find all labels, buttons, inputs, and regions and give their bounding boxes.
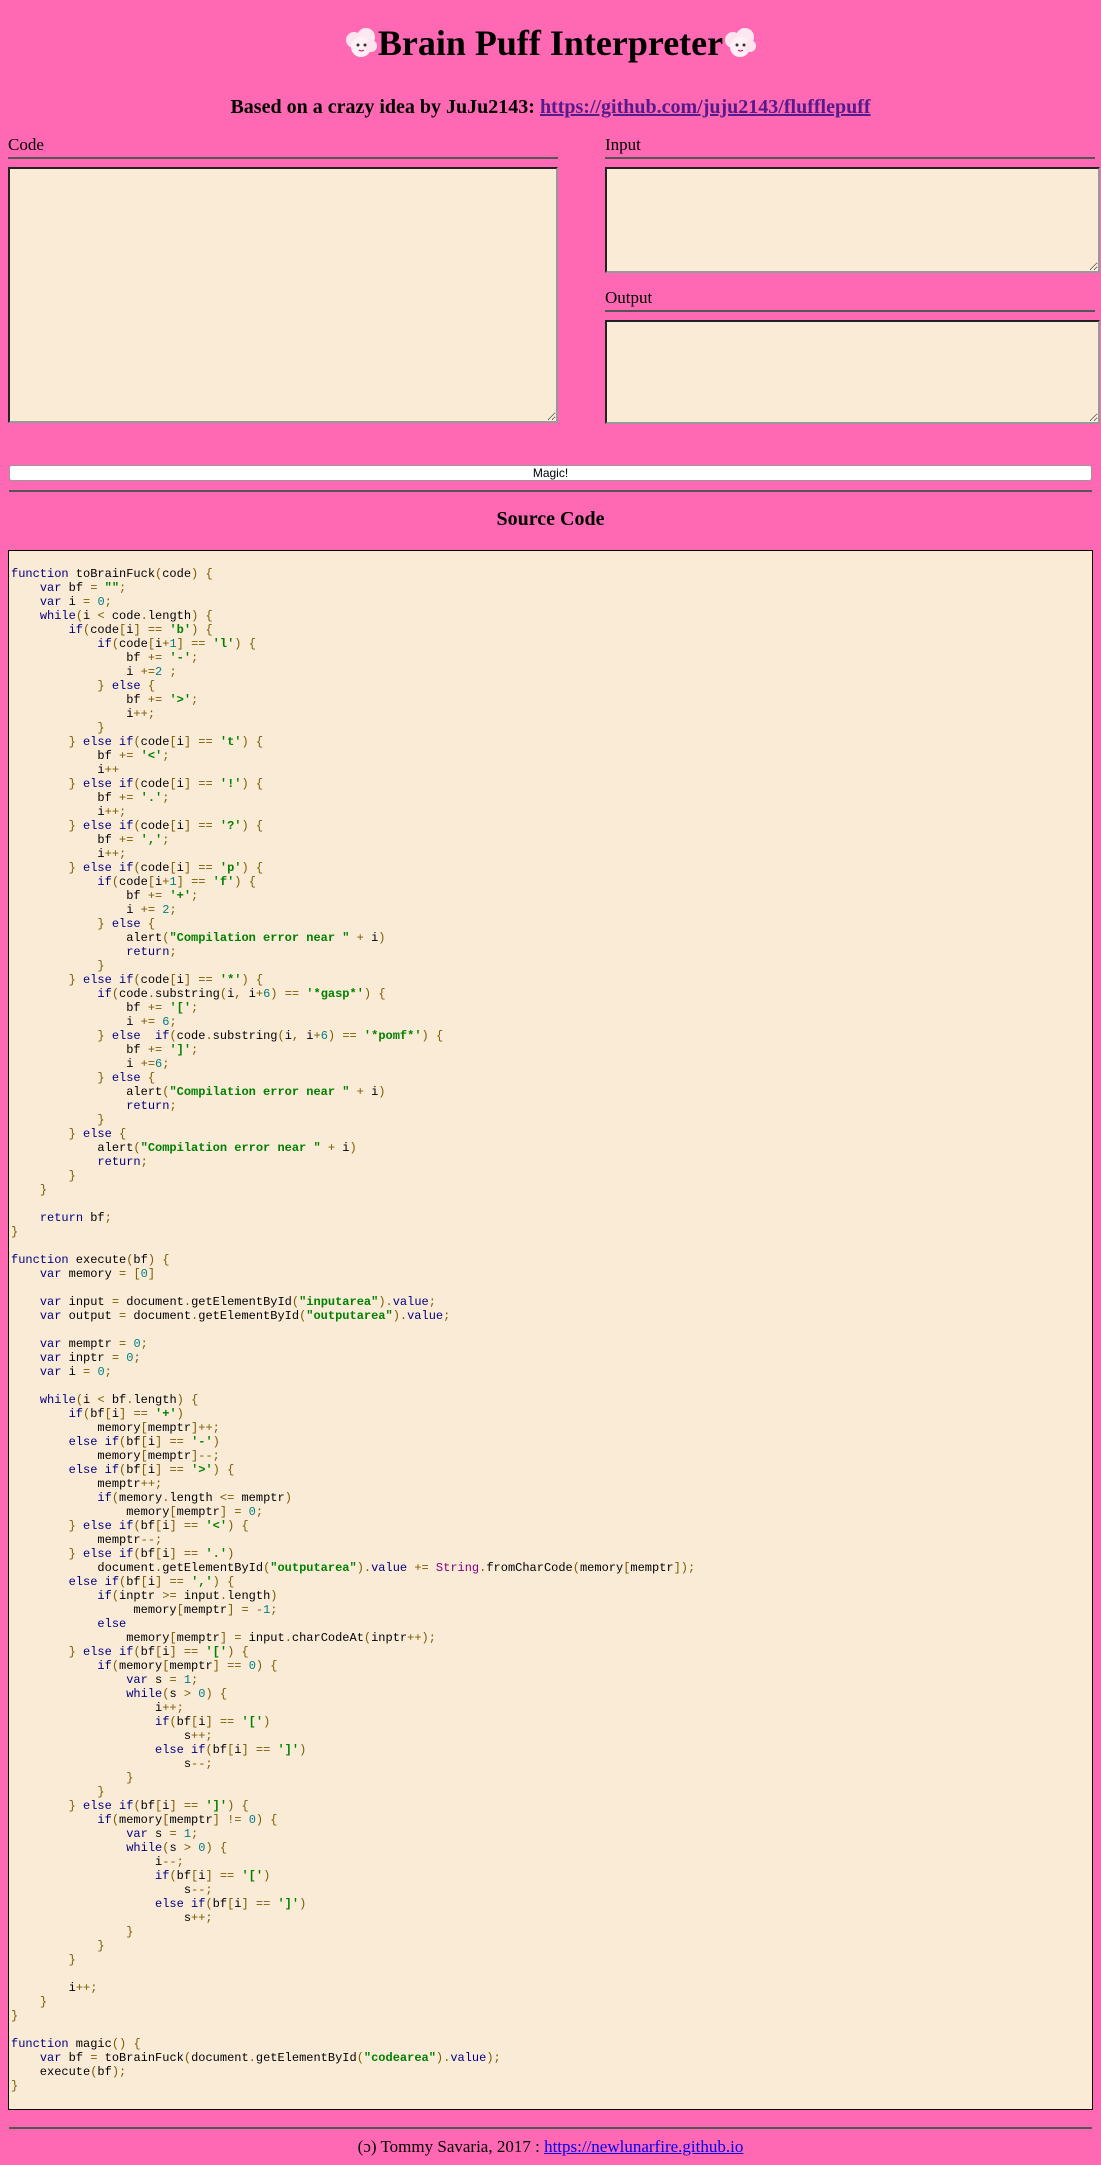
source-code-title: Source Code: [496, 508, 605, 530]
code-textarea[interactable]: [8, 167, 558, 423]
page-footer: (ɔ) Tommy Savaria, 2017 : https://newlun…: [0, 2137, 1101, 2157]
code-label: Code: [8, 135, 44, 154]
input-textarea[interactable]: [605, 167, 1100, 273]
page-header: Brain Puff Interpreter Based on a crazy …: [0, 0, 1101, 119]
section-divider: [9, 490, 1092, 492]
title-text: Brain Puff Interpreter: [377, 23, 724, 63]
subtitle: Based on a crazy idea by JuJu2143: https…: [0, 96, 1101, 119]
fluffle-puff-icon: [723, 26, 757, 60]
subtitle-text: Based on a crazy idea by JuJu2143:: [230, 96, 540, 118]
code-panel: Code: [8, 135, 558, 423]
page-title: Brain Puff Interpreter: [0, 0, 1101, 66]
code-divider: [8, 157, 558, 159]
output-label: Output: [605, 288, 653, 307]
footer-divider: [9, 2127, 1092, 2129]
input-label: Input: [605, 135, 641, 154]
footer-credit: (ɔ) Tommy Savaria, 2017 :: [357, 2137, 545, 2156]
source-code-block: function toBrainFuck(code) { var bf = ""…: [8, 550, 1093, 2110]
input-divider: [605, 157, 1095, 159]
io-right-panel: Input Output: [605, 135, 1100, 424]
output-divider: [605, 310, 1095, 312]
author-site-link[interactable]: https://newlunarfire.github.io: [544, 2137, 743, 2156]
magic-button[interactable]: Magic!: [9, 465, 1092, 481]
flufflepuff-repo-link[interactable]: https://github.com/juju2143/flufflepuff: [540, 96, 871, 118]
output-textarea[interactable]: [605, 320, 1100, 424]
fluffle-puff-icon: [344, 26, 378, 60]
